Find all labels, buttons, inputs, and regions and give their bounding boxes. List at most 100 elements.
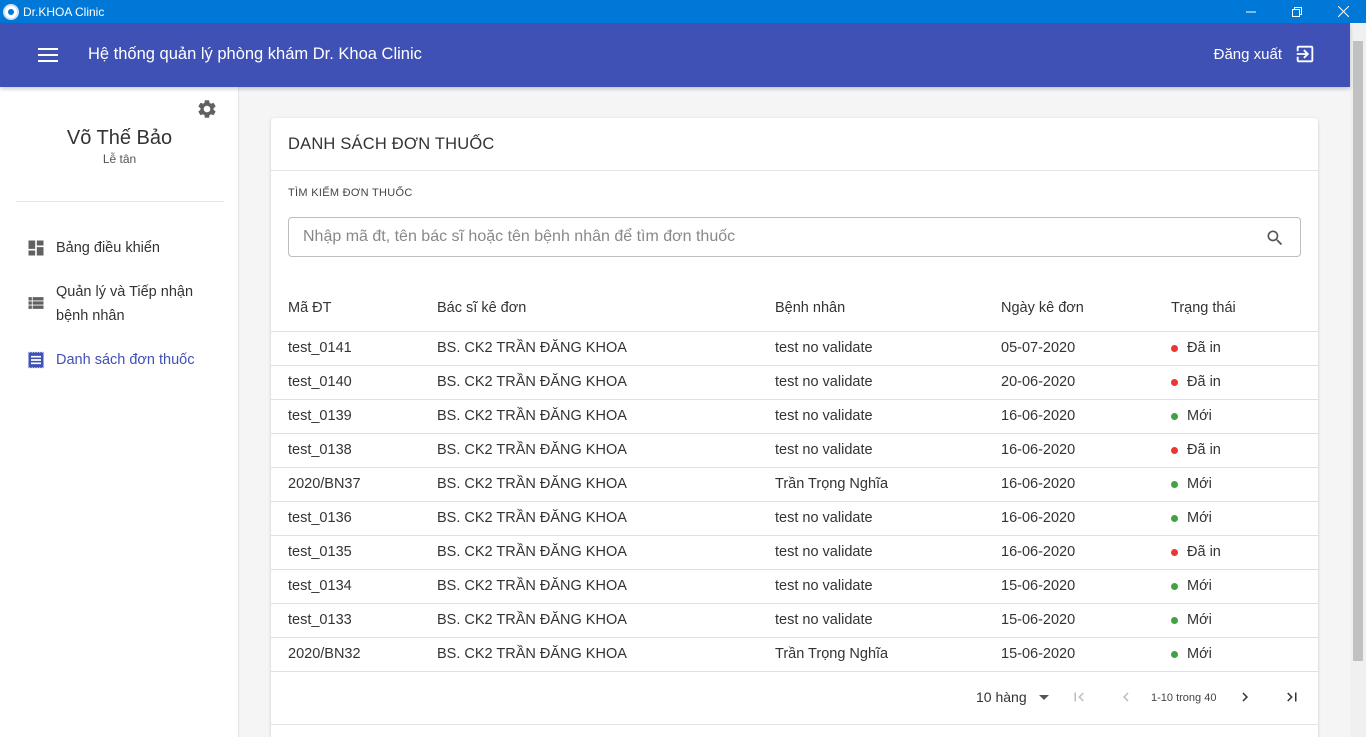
patient-link[interactable]: Trần Trọng Nghĩa xyxy=(775,637,1001,672)
table-row[interactable]: 2020/BN37 BS. CK2 TRẦN ĐĂNG KHOA Trần Trọn… xyxy=(271,467,1318,502)
logout-button[interactable]: Đăng xuất xyxy=(1214,43,1316,65)
column-header-patient[interactable]: Bệnh nhân xyxy=(775,285,1001,332)
sidebar-item-patients[interactable]: Quản lý và Tiếp nhận bệnh nhân xyxy=(0,280,239,328)
table-row[interactable]: test_0133 BS. CK2 TRẦN ĐĂNG KHOA test no v… xyxy=(271,603,1318,638)
status-dot-icon xyxy=(1171,378,1178,386)
prescription-id-link[interactable]: 2020/BN37 xyxy=(271,467,437,502)
date-cell: 16-06-2020 xyxy=(1001,467,1171,502)
sidebar-item-prescriptions[interactable]: Danh sách đơn thuốc xyxy=(0,348,239,372)
status-label: Đã in xyxy=(1187,544,1221,560)
window-title: Dr.KHOA Clinic xyxy=(23,4,105,19)
column-header-status[interactable]: Trạng thái xyxy=(1171,285,1318,332)
status-cell: Mới xyxy=(1171,637,1318,672)
table-row[interactable]: test_0134 BS. CK2 TRẦN ĐĂNG KHOA test no v… xyxy=(271,569,1318,604)
status-cell: Mới xyxy=(1171,501,1318,536)
patient-link[interactable]: Trần Trọng Nghĩa xyxy=(775,467,1001,502)
date-cell: 16-06-2020 xyxy=(1001,501,1171,536)
rows-per-page-value: 10 hàng xyxy=(976,689,1027,705)
patient-link[interactable]: test no validate xyxy=(775,331,1001,366)
status-badge: Đã in xyxy=(1171,442,1318,458)
sidebar-divider xyxy=(16,201,224,202)
search-label: TÌM KIẾM ĐƠN THUỐC xyxy=(288,187,413,199)
prescription-id-link[interactable]: test_0140 xyxy=(271,365,437,400)
patient-link[interactable]: test no validate xyxy=(775,569,1001,604)
table-header-row: Mã ĐT Bác sĩ kê đơn Bệnh nhân Ngày kê đơ… xyxy=(271,285,1318,332)
table-row[interactable]: test_0138 BS. CK2 TRẦN ĐĂNG KHOA test no v… xyxy=(271,433,1318,468)
status-label: Mới xyxy=(1187,476,1212,492)
status-cell: Đã in xyxy=(1171,433,1318,468)
minimize-icon xyxy=(1246,11,1256,12)
patient-link[interactable]: test no validate xyxy=(775,535,1001,570)
next-page-icon[interactable] xyxy=(1236,688,1254,706)
search-input[interactable] xyxy=(290,219,1230,255)
doctor-cell: BS. CK2 TRẦN ĐĂNG KHOA xyxy=(437,399,775,434)
table-row[interactable]: test_0135 BS. CK2 TRẦN ĐĂNG KHOA test no v… xyxy=(271,535,1318,570)
date-cell: 05-07-2020 xyxy=(1001,331,1171,366)
doctor-cell: BS. CK2 TRẦN ĐĂNG KHOA xyxy=(437,467,775,502)
prescription-id-link[interactable]: test_0138 xyxy=(271,433,437,468)
vertical-scrollbar[interactable] xyxy=(1350,23,1366,737)
table-row[interactable]: test_0140 BS. CK2 TRẦN ĐĂNG KHOA test no v… xyxy=(271,365,1318,400)
logout-label: Đăng xuất xyxy=(1213,45,1282,63)
status-cell: Mới xyxy=(1171,569,1318,604)
prescription-id-link[interactable]: test_0133 xyxy=(271,603,437,638)
previous-page-icon[interactable] xyxy=(1117,688,1135,706)
first-page-icon[interactable] xyxy=(1070,688,1088,706)
status-label: Đã in xyxy=(1187,340,1221,356)
patient-link[interactable]: test no validate xyxy=(775,603,1001,638)
patient-link[interactable]: test no validate xyxy=(775,365,1001,400)
status-label: Đã in xyxy=(1187,442,1221,458)
status-badge: Mới xyxy=(1171,408,1318,424)
prescription-id-link[interactable]: 2020/BN32 xyxy=(271,637,437,672)
receipt-icon xyxy=(28,351,44,369)
status-badge: Mới xyxy=(1171,476,1318,492)
last-page-icon[interactable] xyxy=(1283,688,1301,706)
column-header-id[interactable]: Mã ĐT xyxy=(271,285,437,332)
status-dot-icon xyxy=(1171,514,1178,522)
hamburger-menu-icon[interactable] xyxy=(38,48,58,62)
user-name: Võ Thế Bảo xyxy=(66,127,173,149)
table-row[interactable]: test_0139 BS. CK2 TRẦN ĐĂNG KHOA test no v… xyxy=(271,399,1318,434)
restore-button[interactable] xyxy=(1274,0,1320,23)
prescription-id-link[interactable]: test_0141 xyxy=(271,331,437,366)
patient-link[interactable]: test no validate xyxy=(775,433,1001,468)
doctor-cell: BS. CK2 TRẦN ĐĂNG KHOA xyxy=(437,569,775,604)
table-row[interactable]: 2020/BN32 BS. CK2 TRẦN ĐĂNG KHOA Trần Trọn… xyxy=(271,637,1318,672)
status-dot-icon xyxy=(1171,344,1178,352)
status-dot-icon xyxy=(1171,650,1178,658)
user-role: Lễ tân xyxy=(102,152,137,166)
table-pagination: 10 hàng 1-10 trong 40 xyxy=(271,673,1318,723)
column-header-doctor[interactable]: Bác sĩ kê đơn xyxy=(437,285,775,332)
table-row[interactable]: test_0136 BS. CK2 TRẦN ĐĂNG KHOA test no v… xyxy=(271,501,1318,536)
minimize-button[interactable] xyxy=(1228,0,1274,23)
column-header-date[interactable]: Ngày kê đơn xyxy=(1001,285,1171,332)
status-badge: Mới xyxy=(1171,578,1318,594)
rows-per-page-select[interactable]: 10 hàng xyxy=(976,689,1049,705)
restore-icon xyxy=(1292,6,1302,17)
date-cell: 16-06-2020 xyxy=(1001,535,1171,570)
logout-icon xyxy=(1296,45,1314,63)
status-dot-icon xyxy=(1171,548,1178,556)
doctor-cell: BS. CK2 TRẦN ĐĂNG KHOA xyxy=(437,535,775,570)
scrollbar-thumb[interactable] xyxy=(1353,41,1363,661)
date-cell: 20-06-2020 xyxy=(1001,365,1171,400)
patient-link[interactable]: test no validate xyxy=(775,501,1001,536)
prescription-id-link[interactable]: test_0139 xyxy=(271,399,437,434)
table-row[interactable]: test_0141 BS. CK2 TRẦN ĐĂNG KHOA test no v… xyxy=(271,331,1318,366)
prescription-id-link[interactable]: test_0136 xyxy=(271,501,437,536)
search-icon[interactable] xyxy=(1265,228,1285,248)
doctor-cell: BS. CK2 TRẦN ĐĂNG KHOA xyxy=(437,365,775,400)
date-cell: 15-06-2020 xyxy=(1001,603,1171,638)
close-window-button[interactable] xyxy=(1320,0,1366,23)
patient-link[interactable]: test no validate xyxy=(775,399,1001,434)
doctor-cell: BS. CK2 TRẦN ĐĂNG KHOA xyxy=(437,637,775,672)
status-badge: Đã in xyxy=(1171,340,1318,356)
app-logo-icon xyxy=(3,3,19,20)
prescription-id-link[interactable]: test_0134 xyxy=(271,569,437,604)
status-label: Mới xyxy=(1187,578,1212,594)
status-cell: Đã in xyxy=(1171,365,1318,400)
sidebar-item-label: Danh sách đơn thuốc xyxy=(56,352,195,368)
sidebar-item-dashboard[interactable]: Bảng điều khiển xyxy=(0,236,239,260)
prescription-id-link[interactable]: test_0135 xyxy=(271,535,437,570)
gear-icon[interactable] xyxy=(196,98,218,120)
